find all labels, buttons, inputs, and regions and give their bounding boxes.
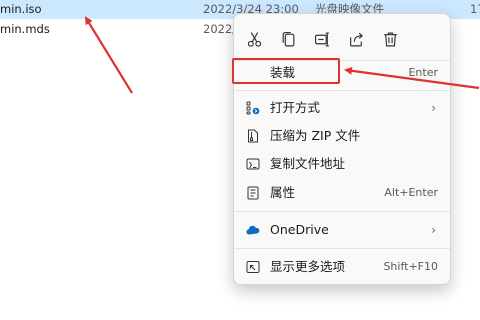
share-icon — [349, 32, 363, 46]
delete-icon — [383, 32, 397, 46]
copy-icon — [282, 31, 294, 46]
file-name: min.iso — [0, 2, 42, 16]
file-date: 2022/ — [203, 22, 237, 36]
menu-divider — [234, 90, 450, 91]
zip-icon — [246, 129, 260, 143]
file-name: min.mds — [0, 22, 50, 36]
menu-item-properties[interactable]: 属性 Alt+Enter — [238, 180, 446, 206]
menu-item-label: 装载 — [270, 65, 296, 80]
menu-item-label: 属性 — [270, 185, 296, 200]
menu-item-label: 复制文件地址 — [270, 156, 346, 171]
cut-icon — [247, 31, 261, 47]
context-menu: 装载 Enter 打开方式 › 压缩为 ZIP 文件 复制文件地址 属性 Alt… — [233, 13, 451, 285]
open-with-icon — [246, 101, 260, 115]
menu-item-copy-path[interactable]: 复制文件地址 — [238, 151, 446, 177]
file-size: 17 — [470, 2, 480, 16]
menu-item-mount[interactable]: 装载 Enter — [238, 60, 446, 86]
menu-divider — [234, 248, 450, 249]
onedrive-icon — [246, 223, 260, 237]
menu-item-label: 显示更多选项 — [270, 259, 346, 274]
rename-icon — [314, 32, 329, 46]
copy-path-icon — [246, 157, 260, 171]
menu-item-shortcut: Alt+Enter — [384, 186, 438, 199]
menu-item-shortcut: Shift+F10 — [383, 260, 438, 273]
chevron-right-icon: › — [431, 101, 436, 115]
copy-button[interactable] — [275, 26, 301, 52]
chevron-right-icon: › — [431, 223, 436, 237]
menu-item-label: 压缩为 ZIP 文件 — [270, 128, 361, 143]
menu-item-open-with[interactable]: 打开方式 › — [238, 95, 446, 121]
menu-item-shortcut: Enter — [408, 66, 438, 79]
menu-item-show-more-options[interactable]: 显示更多选项 Shift+F10 — [238, 254, 446, 280]
share-button[interactable] — [343, 26, 369, 52]
menu-item-label: OneDrive — [270, 222, 329, 237]
delete-button[interactable] — [377, 26, 403, 52]
menu-item-onedrive[interactable]: OneDrive › — [238, 217, 446, 243]
quick-actions-bar — [234, 26, 450, 52]
cut-button[interactable] — [241, 26, 267, 52]
menu-item-label: 打开方式 — [270, 100, 321, 115]
rename-button[interactable] — [309, 26, 335, 52]
menu-item-compress-zip[interactable]: 压缩为 ZIP 文件 — [238, 123, 446, 149]
menu-divider — [234, 211, 450, 212]
more-options-icon — [246, 260, 260, 274]
properties-icon — [246, 186, 260, 200]
